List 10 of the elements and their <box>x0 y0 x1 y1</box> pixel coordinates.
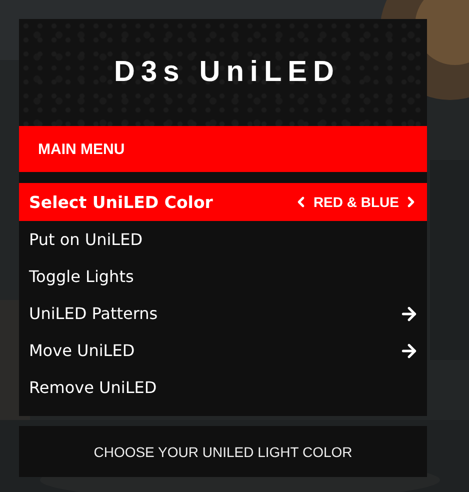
menu-item[interactable]: Remove UniLED <box>19 369 427 406</box>
subtitle-bar: MAIN MENU <box>19 126 427 172</box>
menu-item[interactable]: UniLED Patterns <box>19 295 427 332</box>
menu-item[interactable]: Select UniLED Color RED & BLUE <box>19 183 427 221</box>
menu-title: D3s UniLED <box>114 56 340 89</box>
menu-item[interactable]: Move UniLED <box>19 332 427 369</box>
description-bar: CHOOSE YOUR UNILED LIGHT COLOR <box>19 426 427 477</box>
menu-item[interactable]: Put on UniLED <box>19 221 427 258</box>
menu-item[interactable]: Toggle Lights <box>19 258 427 295</box>
option-value: RED & BLUE <box>313 194 399 210</box>
